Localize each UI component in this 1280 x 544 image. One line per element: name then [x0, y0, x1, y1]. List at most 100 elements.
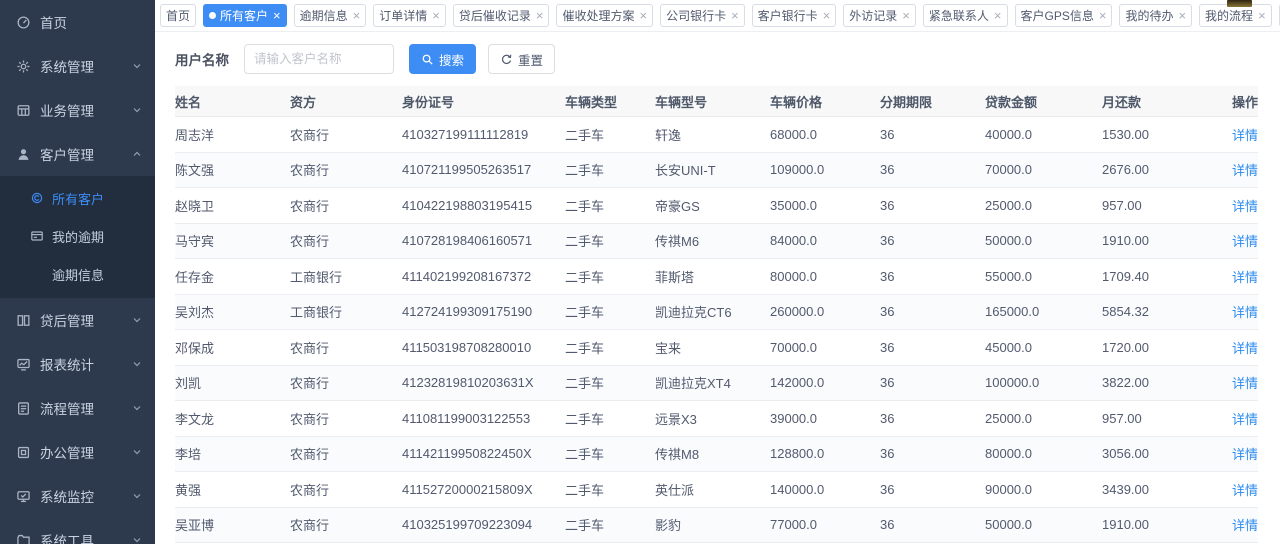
- cell-vehicle-type: 二手车: [565, 259, 655, 295]
- col-header-vehicle-type: 车辆类型: [565, 86, 655, 117]
- sidebar-item-all-customers[interactable]: 所有客户: [0, 179, 155, 217]
- col-header-name: 姓名: [175, 86, 290, 117]
- detail-link[interactable]: 详情: [1232, 128, 1258, 143]
- detail-link[interactable]: 详情: [1232, 376, 1258, 391]
- cell-id-number: 412724199309175190: [402, 294, 565, 330]
- detail-link[interactable]: 详情: [1232, 447, 1258, 462]
- dashboard-icon: [16, 15, 31, 30]
- close-icon[interactable]: ×: [1258, 9, 1266, 22]
- search-button[interactable]: 搜索: [409, 44, 476, 74]
- sidebar-item-my-overdue[interactable]: 我的逾期: [0, 217, 155, 255]
- close-icon[interactable]: ×: [432, 9, 440, 22]
- detail-link[interactable]: 详情: [1232, 270, 1258, 285]
- cell-loan-amount: 80000.0: [985, 436, 1102, 472]
- cell-name: 李培: [175, 436, 290, 472]
- sidebar-item-report-stats[interactable]: 报表统计: [0, 342, 155, 386]
- sidebar-item-system-tools[interactable]: 系统工具: [0, 518, 155, 544]
- sidebar-item-loan-mgmt[interactable]: 贷后管理: [0, 298, 155, 342]
- col-header-loan-amount: 贷款金额: [985, 86, 1102, 117]
- cell-id-number: 41152720000215809X: [402, 472, 565, 508]
- close-icon[interactable]: ×: [902, 9, 910, 22]
- cell-monthly-payment: 957.00: [1102, 188, 1222, 224]
- cell-monthly-payment: 3056.00: [1102, 436, 1222, 472]
- detail-link[interactable]: 详情: [1232, 305, 1258, 320]
- tab-my-process[interactable]: 我的流程×: [1199, 4, 1272, 27]
- table-row: 吴刘杰工商银行412724199309175190二手车凯迪拉克CT626000…: [175, 294, 1258, 330]
- detail-link[interactable]: 详情: [1232, 234, 1258, 249]
- detail-link[interactable]: 详情: [1232, 163, 1258, 178]
- detail-link[interactable]: 详情: [1232, 341, 1258, 356]
- detail-link[interactable]: 详情: [1232, 199, 1258, 214]
- cell-vehicle-price: 140000.0: [770, 472, 880, 508]
- detail-link[interactable]: 详情: [1232, 483, 1258, 498]
- cell-action: 详情: [1222, 436, 1258, 472]
- table-row: 陈文强农商行410721199505263517二手车长安UNI-T109000…: [175, 152, 1258, 188]
- cell-action: 详情: [1222, 152, 1258, 188]
- tab-label: 紧急联系人: [929, 7, 989, 24]
- reset-button[interactable]: 重置: [488, 44, 555, 74]
- submenu-customer-mgmt: 所有客户我的逾期逾期信息: [0, 176, 155, 298]
- sidebar-item-system-mgmt[interactable]: 系统管理: [0, 44, 155, 88]
- tab-all-customers[interactable]: 所有客户×: [203, 4, 287, 27]
- sidebar-item-office-mgmt[interactable]: 办公管理: [0, 430, 155, 474]
- tab-company-bank-card[interactable]: 公司银行卡×: [660, 4, 745, 27]
- close-icon[interactable]: ×: [731, 9, 739, 22]
- tab-customer-bank-card[interactable]: 客户银行卡×: [752, 4, 837, 27]
- cell-vehicle-price: 109000.0: [770, 152, 880, 188]
- close-icon[interactable]: ×: [273, 9, 281, 22]
- sidebar-item-label: 系统管理: [40, 56, 94, 76]
- col-header-action: 操作: [1222, 86, 1258, 117]
- cell-funder: 农商行: [290, 472, 402, 508]
- cell-monthly-payment: 1530.00: [1102, 117, 1222, 153]
- close-icon[interactable]: ×: [639, 9, 647, 22]
- close-icon[interactable]: ×: [536, 9, 544, 22]
- avatar[interactable]: [1227, 0, 1252, 7]
- sidebar-item-overdue-info[interactable]: 逾期信息: [0, 255, 155, 293]
- chevron-down-icon: [132, 403, 142, 413]
- close-icon[interactable]: ×: [994, 9, 1002, 22]
- cell-vehicle-model: 帝豪GS: [655, 188, 770, 224]
- cell-funder: 农商行: [290, 436, 402, 472]
- customer-name-input[interactable]: [244, 44, 394, 74]
- tab-overdue-info[interactable]: 逾期信息×: [294, 4, 367, 27]
- close-icon[interactable]: ×: [1099, 9, 1107, 22]
- customers-table: 姓名资方身份证号车辆类型车辆型号车辆价格分期期限贷款金额月还款操作 周志洋农商行…: [175, 86, 1258, 544]
- cell-funder: 农商行: [290, 365, 402, 401]
- tab-order-detail[interactable]: 订单详情×: [373, 4, 446, 27]
- detail-link[interactable]: 详情: [1232, 412, 1258, 427]
- cell-name: 刘凯: [175, 365, 290, 401]
- sidebar-item-business-mgmt[interactable]: 业务管理: [0, 88, 155, 132]
- tab-label: 客户GPS信息: [1021, 7, 1094, 24]
- chart-icon: [16, 357, 31, 372]
- cell-funder: 工商银行: [290, 259, 402, 295]
- tab-my-todo[interactable]: 我的待办×: [1119, 4, 1192, 27]
- close-icon[interactable]: ×: [353, 9, 361, 22]
- cell-funder: 农商行: [290, 152, 402, 188]
- tab-label: 贷后催收记录: [459, 7, 531, 24]
- tab-emergency-contacts[interactable]: 紧急联系人 ×: [923, 4, 1008, 27]
- sidebar-item-customer-mgmt[interactable]: 客户管理: [0, 132, 155, 176]
- tab-collection-plan[interactable]: 催收处理方案×: [556, 4, 653, 27]
- tab-visit-records[interactable]: 外访记录×: [843, 4, 916, 27]
- sidebar-item-home[interactable]: 首页: [0, 0, 155, 44]
- cell-loan-amount: 70000.0: [985, 152, 1102, 188]
- sidebar-subitem-label: 所有客户: [52, 189, 104, 208]
- cell-id-number: 411402199208167372: [402, 259, 565, 295]
- cell-vehicle-price: 68000.0: [770, 117, 880, 153]
- cell-monthly-payment: 1910.00: [1102, 223, 1222, 259]
- close-icon[interactable]: ×: [823, 9, 831, 22]
- tab-home[interactable]: 首页: [160, 4, 196, 27]
- cell-id-number: 410422198803195415: [402, 188, 565, 224]
- tab-collection-records[interactable]: 贷后催收记录 ×: [453, 4, 550, 27]
- sidebar-item-process-mgmt[interactable]: 流程管理: [0, 386, 155, 430]
- filter-label: 用户名称: [175, 49, 229, 69]
- table-header-row: 姓名资方身份证号车辆类型车辆型号车辆价格分期期限贷款金额月还款操作: [175, 86, 1258, 117]
- cell-name: 黄强: [175, 472, 290, 508]
- close-icon[interactable]: ×: [1178, 9, 1186, 22]
- cell-monthly-payment: 1709.40: [1102, 259, 1222, 295]
- detail-link[interactable]: 详情: [1232, 518, 1258, 533]
- tab-customer-gps[interactable]: 客户GPS信息 ×: [1015, 4, 1113, 27]
- cell-action: 详情: [1222, 117, 1258, 153]
- sidebar-subitem-label: 我的逾期: [52, 227, 104, 246]
- sidebar-item-system-monitor[interactable]: 系统监控: [0, 474, 155, 518]
